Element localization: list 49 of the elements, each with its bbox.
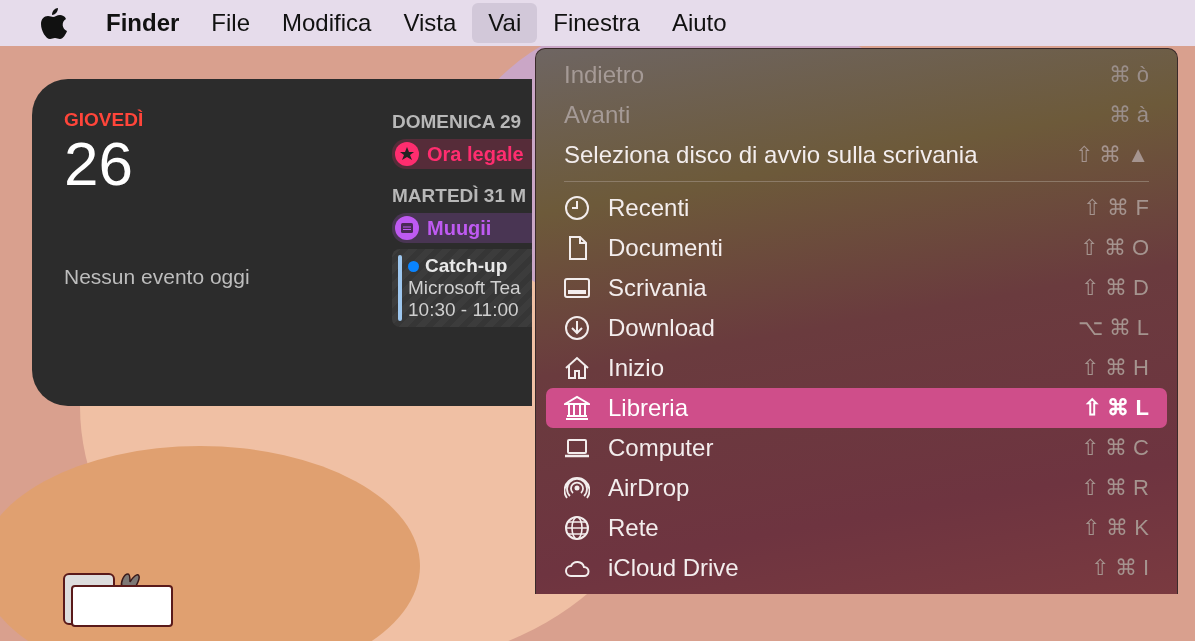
globe-icon bbox=[564, 515, 590, 541]
event-time: 10:30 - 11:00 bbox=[408, 299, 520, 321]
menu-item[interactable]: Libreria ⇧ ⌘ L bbox=[546, 388, 1167, 428]
keyboard-shortcut: ⌘ à bbox=[1108, 102, 1149, 128]
download-icon bbox=[564, 315, 590, 341]
house-icon bbox=[564, 355, 590, 381]
keyboard-shortcut: ⇧ ⌘ K bbox=[1082, 515, 1149, 541]
keyboard-shortcut: ⌥ ⌘ L bbox=[1077, 315, 1149, 341]
menu-item[interactable]: Download ⌥ ⌘ L bbox=[546, 308, 1167, 348]
menu-bar-item[interactable]: Finder bbox=[90, 3, 196, 43]
day-heading: DOMENICA 29 bbox=[392, 111, 522, 133]
keyboard-shortcut: ⇧ ⌘ O bbox=[1079, 235, 1149, 261]
keyboard-shortcut: ⇧ ⌘ H bbox=[1080, 355, 1149, 381]
clock-icon bbox=[564, 195, 590, 221]
menu-item[interactable]: Scrivania ⇧ ⌘ D bbox=[546, 268, 1167, 308]
calendar-icon bbox=[395, 216, 419, 240]
menu-item[interactable]: Documenti ⇧ ⌘ O bbox=[546, 228, 1167, 268]
menu-item[interactable]: Inizio ⇧ ⌘ H bbox=[546, 348, 1167, 388]
menu-item[interactable]: iCloud Drive ⇧ ⌘ I bbox=[546, 548, 1167, 588]
menu-item[interactable]: AirDrop ⇧ ⌘ R bbox=[546, 468, 1167, 508]
day-heading: MARTEDÌ 31 M bbox=[392, 185, 527, 207]
keyboard-shortcut: ⇧ ⌘ C bbox=[1080, 435, 1149, 461]
menu-bar-item[interactable]: Aiuto bbox=[655, 3, 743, 43]
menu-bar-item[interactable]: Finestra bbox=[537, 3, 656, 43]
menu-item[interactable]: Seleziona disco di avvio sulla scrivania ⇧ ⌘ ▲ bbox=[546, 135, 1167, 175]
library-building-icon bbox=[564, 395, 590, 421]
event-card[interactable]: Catch-up Microsoft Tea 10:30 - 11:00 bbox=[392, 249, 532, 327]
event-location: Microsoft Tea bbox=[408, 277, 521, 299]
keyboard-shortcut: ⇧ ⌘ L bbox=[1083, 395, 1149, 421]
airdrop-icon bbox=[564, 475, 590, 501]
desktop-icon bbox=[564, 275, 590, 301]
keyboard-shortcut: ⇧ ⌘ F bbox=[1083, 195, 1149, 221]
keyboard-shortcut: ⇧ ⌘ R bbox=[1080, 475, 1149, 501]
keyboard-shortcut: ⌘ ò bbox=[1108, 62, 1149, 88]
keyboard-shortcut: ⇧ ⌘ D bbox=[1080, 275, 1149, 301]
menu-item[interactable]: Computer ⇧ ⌘ C bbox=[546, 428, 1167, 468]
menu-bar-item[interactable]: Modifica bbox=[266, 3, 388, 43]
menu-bar-item[interactable]: Vai bbox=[472, 3, 538, 43]
menu-bar-item[interactable]: Vista bbox=[387, 3, 473, 43]
no-events-text: Nessun evento oggi bbox=[64, 265, 250, 289]
menu-item[interactable]: Recenti ⇧ ⌘ F bbox=[546, 188, 1167, 228]
weekday-label: GIOVEDÌ bbox=[64, 109, 144, 131]
keyboard-shortcut: ⇧ ⌘ I bbox=[1090, 555, 1149, 581]
keyboard-shortcut: ⇧ ⌘ ▲ bbox=[1075, 142, 1149, 168]
apple-logo-icon bbox=[38, 6, 68, 40]
menu-bar-item[interactable]: File bbox=[195, 3, 266, 43]
menu-item[interactable]: Rete ⇧ ⌘ K bbox=[546, 508, 1167, 548]
day-number: 26 bbox=[64, 133, 133, 195]
event-title: Catch-up bbox=[425, 255, 508, 277]
